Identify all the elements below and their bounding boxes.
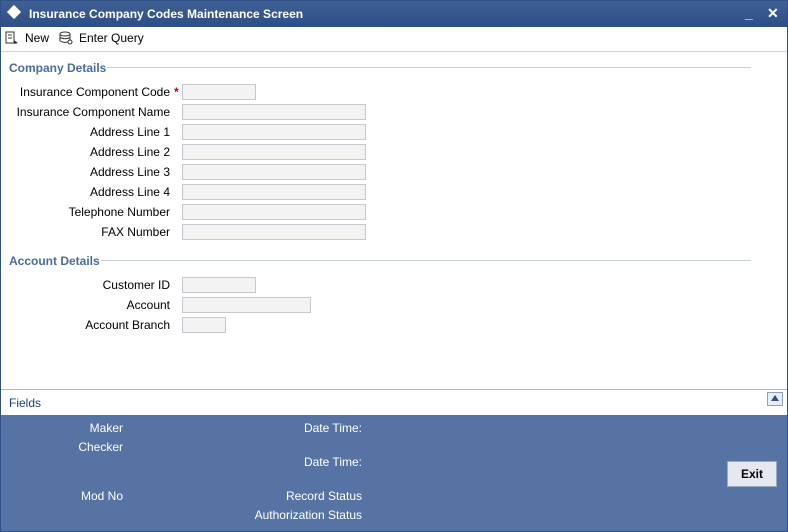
account-branch-input[interactable] — [182, 317, 226, 333]
audit-panel: Maker Checker Mod No Date Time: Date Tim… — [1, 415, 787, 531]
checker-label: Checker — [78, 440, 123, 454]
address-line-2-label: Address Line 2 — [89, 145, 170, 159]
authorization-status-label: Authorization Status — [254, 508, 362, 522]
fax-number-input[interactable] — [182, 224, 366, 240]
window-title: Insurance Company Codes Maintenance Scre… — [29, 7, 304, 21]
component-name-input[interactable] — [182, 104, 366, 120]
address-line-3-input[interactable] — [182, 164, 366, 180]
maker-label: Maker — [89, 421, 123, 435]
exit-button[interactable]: Exit — [727, 461, 777, 487]
account-details-title: Account Details — [9, 254, 100, 268]
account-details-divider — [101, 260, 751, 261]
address-line-1-input[interactable] — [182, 124, 366, 140]
address-line-4-input[interactable] — [182, 184, 366, 200]
mod-no-label: Mod No — [80, 489, 123, 503]
fields-link[interactable]: Fields — [9, 396, 41, 410]
account-label: Account — [126, 298, 170, 312]
fax-number-label: FAX Number — [101, 225, 170, 239]
enter-query-button[interactable]: Enter Query — [59, 29, 144, 47]
new-document-icon — [5, 31, 19, 45]
address-line-4-label: Address Line 4 — [89, 185, 170, 199]
checker-date-time-label: Date Time: — [303, 455, 362, 469]
query-database-icon — [59, 31, 73, 45]
enter-query-label: Enter Query — [79, 31, 144, 45]
address-line-2-input[interactable] — [182, 144, 366, 160]
account-input[interactable] — [182, 297, 311, 313]
account-branch-label: Account Branch — [85, 318, 170, 332]
component-code-input[interactable] — [182, 84, 256, 100]
close-button[interactable]: ✕ — [767, 5, 779, 22]
chevron-up-icon[interactable] — [767, 392, 783, 406]
customer-id-input[interactable] — [182, 277, 256, 293]
minimize-button[interactable]: _ — [745, 5, 753, 21]
component-code-label-text: Insurance Component Code — [19, 85, 170, 99]
new-label: New — [25, 31, 50, 45]
required-marker: * — [174, 85, 179, 99]
customer-id-label: Customer ID — [102, 278, 170, 292]
toolbar: New Enter Query — [1, 27, 787, 52]
address-line-1-label: Address Line 1 — [89, 125, 170, 139]
telephone-number-input[interactable] — [182, 204, 366, 220]
new-button[interactable]: New — [5, 29, 49, 47]
maker-date-time-label: Date Time: — [303, 421, 362, 435]
company-details-title: Company Details — [9, 61, 107, 75]
component-code-label: Insurance Component Code — [1, 85, 170, 99]
maintenance-window: Insurance Company Codes Maintenance Scre… — [0, 0, 788, 532]
diamond-icon — [6, 4, 22, 20]
address-line-3-label: Address Line 3 — [89, 165, 170, 179]
fields-bar: Fields — [1, 389, 787, 416]
component-name-label: Insurance Component Name — [16, 105, 170, 119]
company-details-divider — [107, 67, 751, 68]
telephone-number-label: Telephone Number — [68, 205, 170, 219]
title-bar: Insurance Company Codes Maintenance Scre… — [1, 1, 787, 27]
record-status-label: Record Status — [285, 489, 362, 503]
